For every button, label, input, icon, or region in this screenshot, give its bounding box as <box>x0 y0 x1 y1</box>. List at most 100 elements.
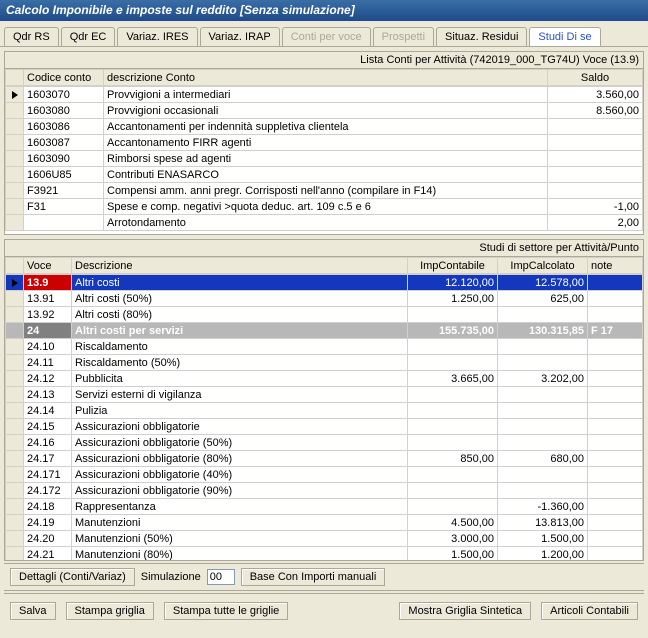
cell-impcontabile[interactable]: 4.500,00 <box>408 515 498 531</box>
cell-note[interactable] <box>588 515 643 531</box>
cell-note[interactable] <box>588 435 643 451</box>
base-importi-button[interactable]: Base Con Importi manuali <box>241 568 386 586</box>
cell-desc[interactable]: Rimborsi spese ad agenti <box>104 151 548 167</box>
cell-saldo[interactable]: -1,00 <box>548 199 643 215</box>
cell-voce[interactable]: 24.10 <box>24 339 72 355</box>
row-selector[interactable] <box>6 135 24 151</box>
table-row[interactable]: 24.19Manutenzioni4.500,0013.813,00 <box>6 515 643 531</box>
cell-impcontabile[interactable] <box>408 339 498 355</box>
cell-note[interactable] <box>588 419 643 435</box>
cell-impcalcolato[interactable]: 680,00 <box>498 451 588 467</box>
cell-impcontabile[interactable] <box>408 467 498 483</box>
cell-desc[interactable]: Contributi ENASARCO <box>104 167 548 183</box>
col-impcalcolato[interactable]: ImpCalcolato <box>498 258 588 274</box>
cell-desc[interactable]: Provvigioni occasionali <box>104 103 548 119</box>
table-row[interactable]: 13.92Altri costi (80%) <box>6 307 643 323</box>
cell-impcontabile[interactable]: 12.120,00 <box>408 275 498 291</box>
cell-note[interactable]: F 17 <box>588 323 643 339</box>
cell-saldo[interactable]: 3.560,00 <box>548 87 643 103</box>
cell-impcontabile[interactable] <box>408 307 498 323</box>
cell-desc[interactable]: Manutenzioni <box>72 515 408 531</box>
table-row[interactable]: 1603087Accantonamento FIRR agenti <box>6 135 643 151</box>
table-row[interactable]: 1603090Rimborsi spese ad agenti <box>6 151 643 167</box>
cell-impcontabile[interactable]: 850,00 <box>408 451 498 467</box>
cell-note[interactable] <box>588 339 643 355</box>
cell-note[interactable] <box>588 307 643 323</box>
table-row[interactable]: 24.20Manutenzioni (50%)3.000,001.500,00 <box>6 531 643 547</box>
cell-note[interactable] <box>588 403 643 419</box>
cell-voce[interactable]: 13.92 <box>24 307 72 323</box>
table-row[interactable]: 24.15Assicurazioni obbligatorie <box>6 419 643 435</box>
row-selector[interactable] <box>6 339 24 355</box>
table-row[interactable]: Arrotondamento2,00 <box>6 215 643 231</box>
cell-voce[interactable]: 24.17 <box>24 451 72 467</box>
mostra-griglia-button[interactable]: Mostra Griglia Sintetica <box>399 602 531 620</box>
table-row[interactable]: 24Altri costi per servizi155.735,00130.3… <box>6 323 643 339</box>
cell-desc[interactable]: Riscaldamento <box>72 339 408 355</box>
cell-saldo[interactable] <box>548 119 643 135</box>
cell-impcontabile[interactable] <box>408 435 498 451</box>
cell-note[interactable] <box>588 291 643 307</box>
cell-saldo[interactable] <box>548 167 643 183</box>
cell-saldo[interactable] <box>548 135 643 151</box>
row-selector[interactable] <box>6 183 24 199</box>
cell-impcalcolato[interactable]: 13.813,00 <box>498 515 588 531</box>
row-selector[interactable] <box>6 323 24 339</box>
cell-saldo[interactable] <box>548 183 643 199</box>
cell-desc[interactable]: Arrotondamento <box>104 215 548 231</box>
cell-desc[interactable]: Accantonamento FIRR agenti <box>104 135 548 151</box>
cell-note[interactable] <box>588 547 643 561</box>
cell-note[interactable] <box>588 355 643 371</box>
cell-impcalcolato[interactable]: 12.578,00 <box>498 275 588 291</box>
cell-codice[interactable]: 1606U85 <box>24 167 104 183</box>
stampa-tutte-button[interactable]: Stampa tutte le griglie <box>164 602 288 620</box>
table-row[interactable]: F31Spese e comp. negativi >quota deduc. … <box>6 199 643 215</box>
row-selector[interactable] <box>6 451 24 467</box>
cell-desc[interactable]: Accantonamenti per indennità suppletiva … <box>104 119 548 135</box>
col-impcontabile[interactable]: ImpContabile <box>408 258 498 274</box>
cell-desc[interactable]: Spese e comp. negativi >quota deduc. art… <box>104 199 548 215</box>
simulazione-input[interactable] <box>207 569 235 585</box>
cell-desc[interactable]: Assicurazioni obbligatorie <box>72 419 408 435</box>
cell-impcontabile[interactable] <box>408 355 498 371</box>
cell-impcalcolato[interactable] <box>498 467 588 483</box>
col-codice-conto[interactable]: Codice conto <box>24 70 104 86</box>
cell-voce[interactable]: 24.18 <box>24 499 72 515</box>
cell-voce[interactable]: 24.21 <box>24 547 72 561</box>
row-selector[interactable] <box>6 483 24 499</box>
cell-note[interactable] <box>588 531 643 547</box>
tab-qdr-rs[interactable]: Qdr RS <box>4 27 59 46</box>
row-selector[interactable] <box>6 167 24 183</box>
cell-saldo[interactable]: 8.560,00 <box>548 103 643 119</box>
col-saldo[interactable]: Saldo <box>548 70 643 86</box>
cell-note[interactable] <box>588 387 643 403</box>
cell-desc[interactable]: Manutenzioni (80%) <box>72 547 408 561</box>
row-selector[interactable] <box>6 151 24 167</box>
cell-voce[interactable]: 13.91 <box>24 291 72 307</box>
row-selector[interactable] <box>6 547 24 561</box>
cell-codice[interactable]: F3921 <box>24 183 104 199</box>
cell-codice[interactable]: 1603087 <box>24 135 104 151</box>
cell-impcalcolato[interactable] <box>498 419 588 435</box>
table-row[interactable]: 24.18Rappresentanza-1.360,00 <box>6 499 643 515</box>
cell-desc[interactable]: Altri costi (50%) <box>72 291 408 307</box>
table-row[interactable]: 13.91Altri costi (50%)1.250,00625,00 <box>6 291 643 307</box>
cell-desc[interactable]: Riscaldamento (50%) <box>72 355 408 371</box>
cell-voce[interactable]: 24.19 <box>24 515 72 531</box>
row-selector[interactable] <box>6 199 24 215</box>
articoli-contabili-button[interactable]: Articoli Contabili <box>541 602 638 620</box>
cell-codice[interactable]: F31 <box>24 199 104 215</box>
cell-note[interactable] <box>588 371 643 387</box>
row-selector[interactable] <box>6 87 24 103</box>
cell-note[interactable] <box>588 467 643 483</box>
tab-situaz-residui[interactable]: Situaz. Residui <box>436 27 527 46</box>
cell-impcontabile[interactable]: 1.500,00 <box>408 547 498 561</box>
cell-voce[interactable]: 13.9 <box>24 275 72 291</box>
cell-voce[interactable]: 24.172 <box>24 483 72 499</box>
cell-impcontabile[interactable] <box>408 403 498 419</box>
table-row[interactable]: 24.16Assicurazioni obbligatorie (50%) <box>6 435 643 451</box>
tab-variaz-irap[interactable]: Variaz. IRAP <box>200 27 280 46</box>
cell-desc[interactable]: Altri costi <box>72 275 408 291</box>
table-row[interactable]: F3921Compensi amm. anni pregr. Corrispos… <box>6 183 643 199</box>
cell-desc[interactable]: Altri costi per servizi <box>72 323 408 339</box>
